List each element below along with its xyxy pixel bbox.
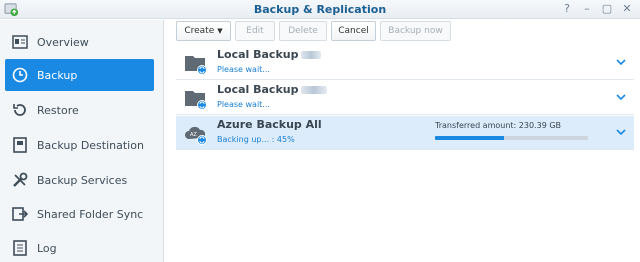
task-status: Please wait... <box>217 65 270 74</box>
sidebar-item-overview[interactable]: Overview <box>5 26 154 58</box>
task-row[interactable]: Local Backup Please wait... <box>176 81 634 115</box>
chevron-down-icon[interactable] <box>614 90 628 104</box>
sidebar: Overview Backup Restore Backup Destinati… <box>0 20 164 262</box>
transferred-amount: Transferred amount: 230.39 GB <box>435 121 562 130</box>
sidebar-item-backup[interactable]: Backup <box>5 59 154 91</box>
sidebar-item-log[interactable]: Log <box>5 232 154 262</box>
task-row[interactable]: Local Backup Please wait... <box>176 46 634 80</box>
destination-icon <box>11 136 29 154</box>
task-name: Local Backup <box>217 83 328 96</box>
progress-fill <box>435 136 504 140</box>
backup-now-button[interactable]: Backup now <box>380 21 451 41</box>
sidebar-item-label: Backup <box>37 68 78 82</box>
sidebar-item-label: Log <box>37 241 57 255</box>
svg-text:AZ: AZ <box>190 132 197 138</box>
task-name: Azure Backup All <box>217 118 322 131</box>
folder-sync-icon <box>185 91 207 110</box>
progress-bar <box>435 136 588 140</box>
create-button[interactable]: Create ▼ <box>176 21 231 41</box>
cancel-button[interactable]: Cancel <box>331 21 376 41</box>
folder-sync-icon <box>185 56 207 75</box>
sidebar-item-label: Backup Services <box>37 173 128 187</box>
chevron-down-icon[interactable] <box>614 125 628 139</box>
edit-button[interactable]: Edit <box>235 21 275 41</box>
sidebar-item-restore[interactable]: Restore <box>5 94 154 126</box>
overview-icon <box>11 33 29 51</box>
sidebar-item-label: Restore <box>37 103 79 117</box>
task-status: Backing up... : 45% <box>217 135 295 144</box>
sidebar-item-label: Overview <box>37 35 89 49</box>
tools-icon <box>11 171 29 189</box>
caret-down-icon: ▼ <box>217 27 223 35</box>
task-name: Local Backup <box>217 48 322 61</box>
sidebar-item-label: Backup Destination <box>37 138 144 152</box>
pin-icon[interactable]: – <box>580 2 594 16</box>
delete-button[interactable]: Delete <box>279 21 327 41</box>
chevron-down-icon[interactable] <box>614 55 628 69</box>
window-title: Backup & Replication <box>253 3 387 16</box>
sidebar-item-backup-services[interactable]: Backup Services <box>5 164 154 196</box>
maximize-icon[interactable]: ▢ <box>600 2 614 16</box>
restore-icon <box>11 101 29 119</box>
clock-backup-icon <box>11 66 29 84</box>
task-row[interactable]: AZ Azure Backup All Backing up... : 45% … <box>176 116 634 150</box>
log-icon <box>11 239 29 257</box>
sidebar-item-label: Shared Folder Sync <box>37 207 144 221</box>
title-bar: Backup & Replication ? – ▢ ✕ <box>0 0 640 19</box>
sidebar-item-backup-destination[interactable]: Backup Destination <box>5 129 154 161</box>
close-icon[interactable]: ✕ <box>620 2 634 16</box>
azure-cloud-sync-icon: AZ <box>185 126 207 145</box>
help-icon[interactable]: ? <box>560 2 574 16</box>
task-status: Please wait... <box>217 100 270 109</box>
sync-icon <box>11 205 29 223</box>
sidebar-item-shared-folder-sync[interactable]: Shared Folder Sync <box>5 198 154 230</box>
